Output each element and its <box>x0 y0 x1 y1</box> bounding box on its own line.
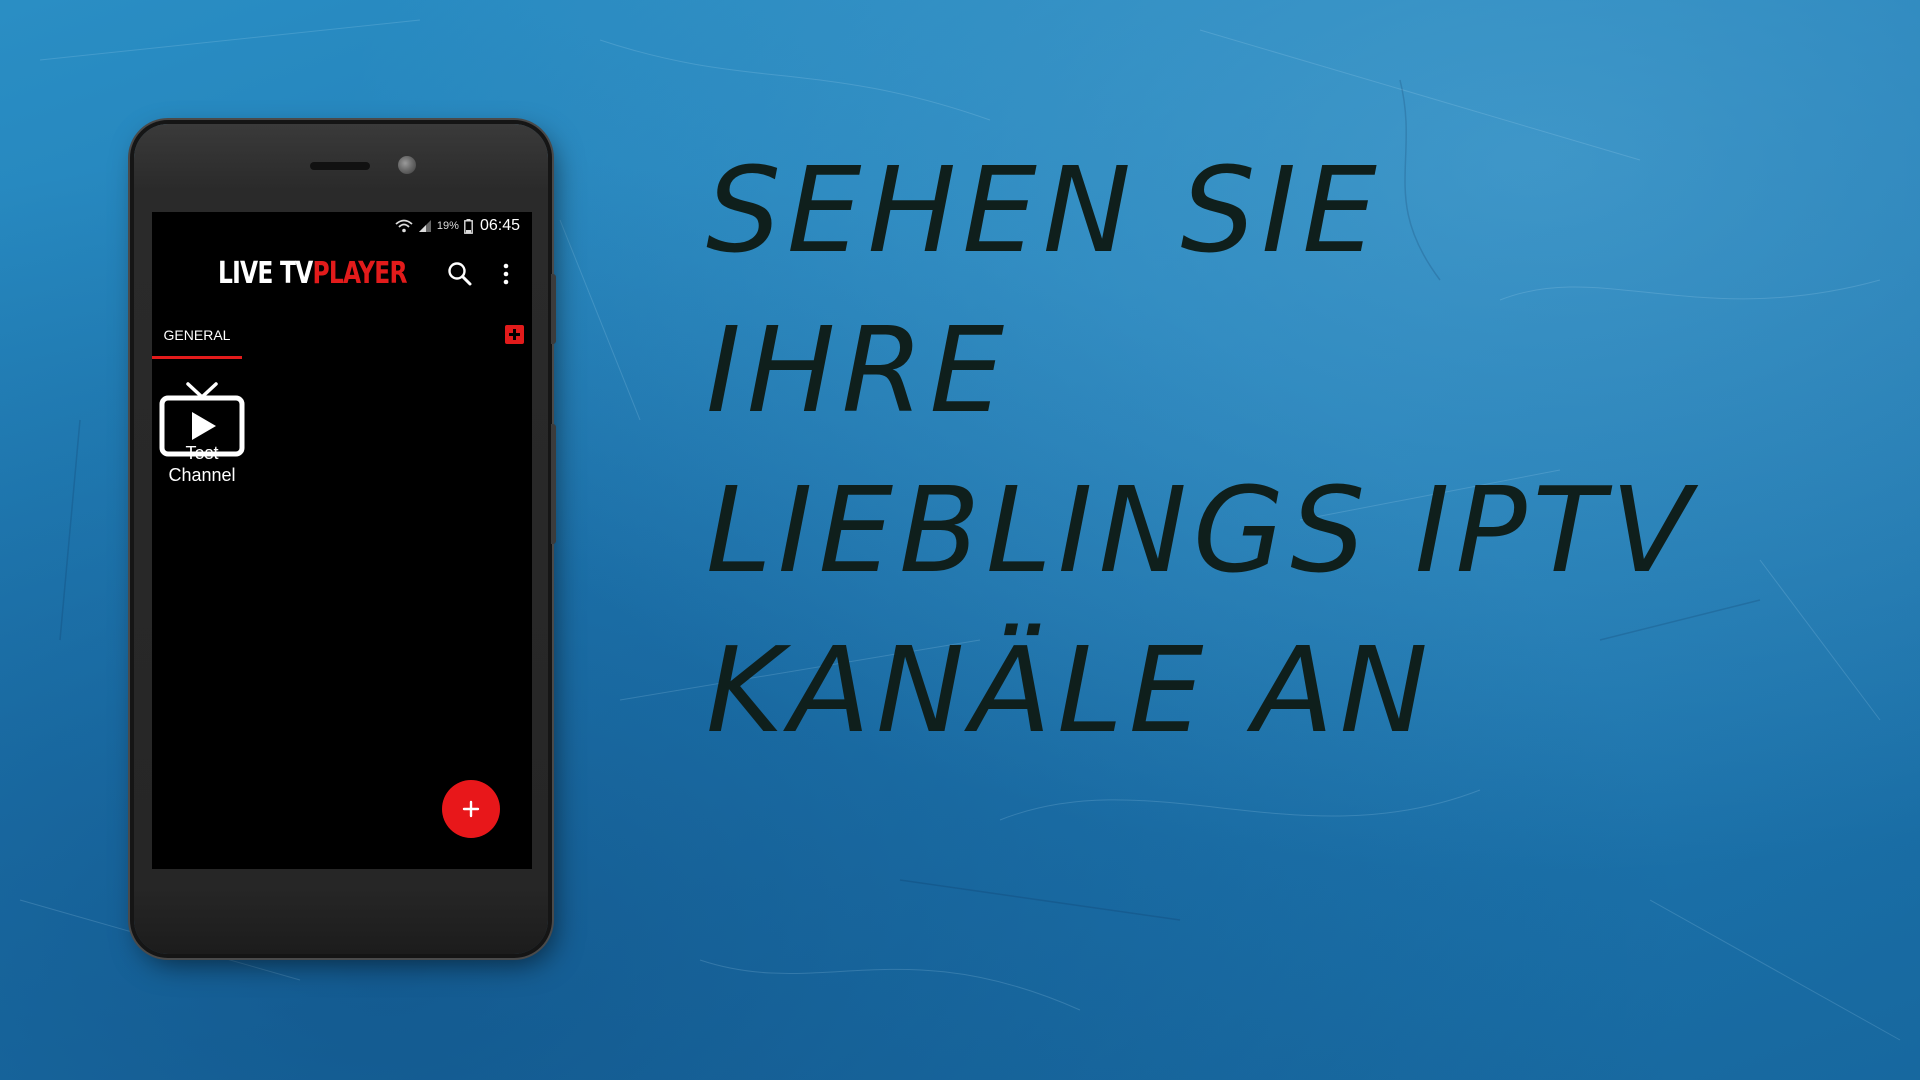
smartphone: 19% 06:45 LIVE TVPLAYER GENERAL Test Cha… <box>134 124 556 954</box>
app-logo: LIVE TVPLAYER <box>218 256 407 291</box>
power-button <box>551 274 556 344</box>
front-camera <box>398 156 416 174</box>
more-vert-icon[interactable] <box>492 260 520 288</box>
add-tab-button[interactable] <box>505 325 524 344</box>
signal-icon <box>418 220 431 232</box>
headline-line-2: IHRE <box>706 301 1011 439</box>
headline-line-1: SEHEN SIE <box>706 141 1383 279</box>
tab-bar: GENERAL <box>152 312 532 360</box>
battery-percent: 19% <box>436 220 459 232</box>
tab-indicator <box>152 356 242 359</box>
status-time: 06:45 <box>479 217 520 234</box>
app-bar: LIVE TVPLAYER <box>152 242 532 302</box>
search-icon[interactable] <box>446 260 474 288</box>
tab-general[interactable]: GENERAL <box>152 312 242 358</box>
battery-icon <box>464 218 473 234</box>
channel-item[interactable]: Test Channel <box>158 382 246 502</box>
wifi-icon <box>395 219 413 233</box>
headline-line-3: LIEBLINGS IPTV <box>706 461 1698 599</box>
channel-name: Test Channel <box>168 443 236 485</box>
plus-icon <box>462 800 480 818</box>
logo-text-live-tv: LIVE TV <box>218 256 313 291</box>
earpiece-speaker <box>310 162 370 170</box>
volume-button <box>551 424 556 544</box>
phone-screen: 19% 06:45 LIVE TVPLAYER GENERAL Test Cha… <box>152 212 532 869</box>
add-channel-button[interactable] <box>442 780 500 838</box>
logo-text-player: PLAYER <box>312 256 407 291</box>
status-bar: 19% 06:45 <box>152 212 532 240</box>
headline: SEHEN SIE IHRE LIEBLINGS IPTV KANÄLE AN <box>706 130 1856 770</box>
headline-line-4: KANÄLE AN <box>706 621 1434 759</box>
